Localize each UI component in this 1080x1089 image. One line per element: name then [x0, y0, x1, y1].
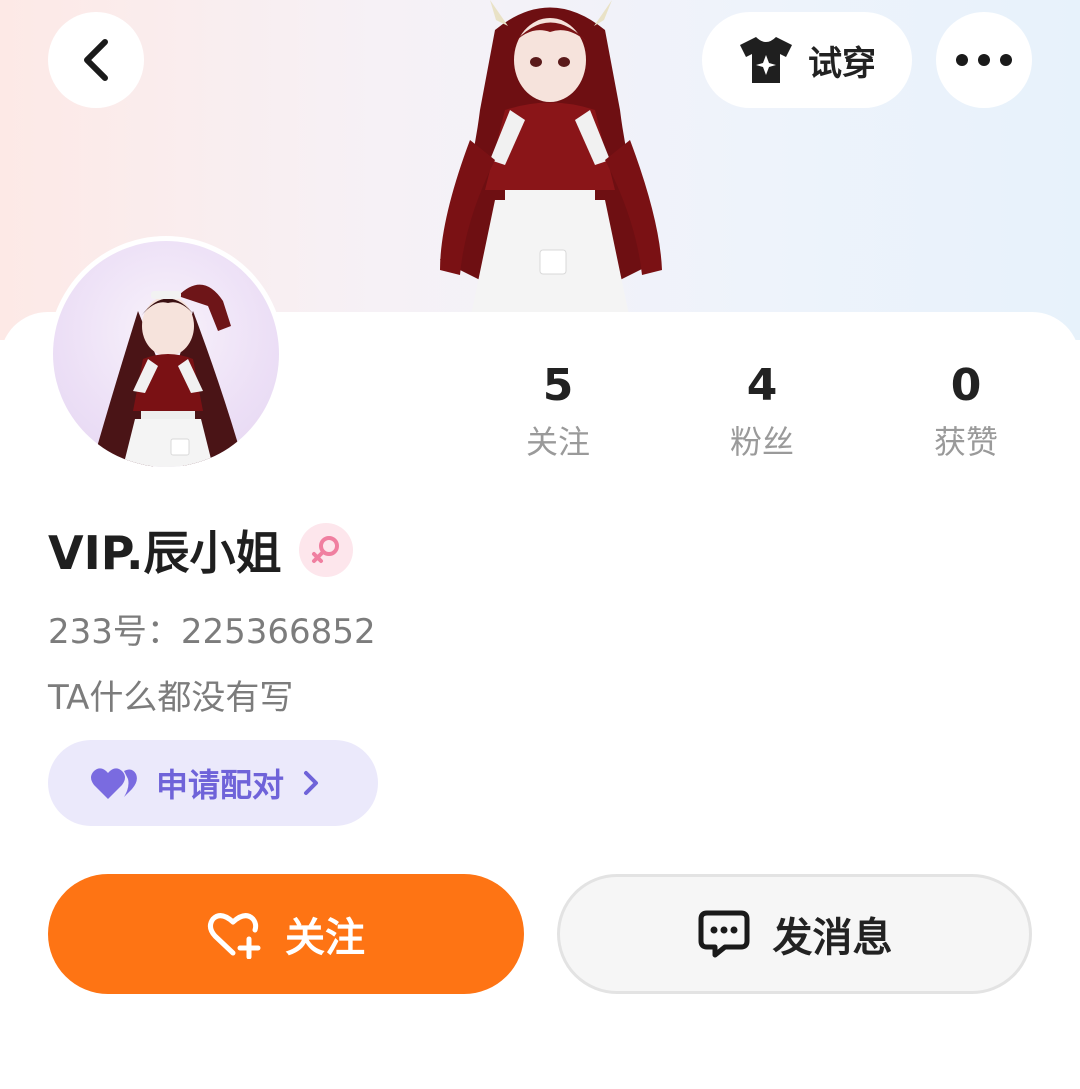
- profile-name: VIP.辰小姐: [48, 526, 282, 580]
- female-icon: [312, 536, 340, 563]
- apply-pair-button[interactable]: 申请配对: [48, 740, 378, 826]
- stat-followers-value: 4: [746, 360, 778, 411]
- chat-bubble-icon: [698, 910, 749, 958]
- stat-likes[interactable]: 0 获赞: [864, 360, 1068, 464]
- profile-stats: 5 关注 4 粉丝 0 获赞: [456, 360, 1068, 464]
- stat-following[interactable]: 5 关注: [456, 360, 660, 464]
- user-id: 233号：225366852: [48, 612, 376, 652]
- send-message-button[interactable]: 发消息: [557, 874, 1032, 994]
- apply-pair-label: 申请配对: [156, 766, 285, 804]
- gender-badge: [299, 523, 354, 577]
- stat-likes-label: 获赞: [933, 423, 998, 461]
- stat-followers[interactable]: 4 粉丝: [660, 360, 864, 464]
- follow-button[interactable]: 关注: [48, 874, 524, 994]
- follow-label: 关注: [285, 915, 365, 961]
- avatar-character-image: [93, 284, 243, 467]
- try-on-label: 试穿: [808, 43, 876, 84]
- send-message-label: 发消息: [772, 915, 893, 961]
- stat-likes-value: 0: [950, 360, 982, 411]
- more-icon: [956, 54, 1012, 66]
- try-on-button[interactable]: 试穿: [702, 12, 912, 108]
- profile-name-row: VIP.辰小姐: [48, 520, 354, 580]
- avatar[interactable]: [48, 236, 284, 472]
- back-button[interactable]: [48, 12, 144, 108]
- stat-following-value: 5: [542, 360, 574, 411]
- user-bio: TA什么都没有写: [48, 678, 294, 718]
- stat-following-label: 关注: [525, 423, 590, 461]
- more-button[interactable]: [936, 12, 1032, 108]
- heart-pair-icon: [91, 768, 137, 799]
- character-3d-figure: [440, 0, 662, 320]
- stat-followers-label: 粉丝: [729, 423, 794, 461]
- chevron-right-icon: [304, 771, 319, 795]
- heart-plus-icon: [207, 913, 261, 959]
- back-icon: [84, 39, 108, 81]
- tshirt-sparkle-icon: [740, 37, 792, 83]
